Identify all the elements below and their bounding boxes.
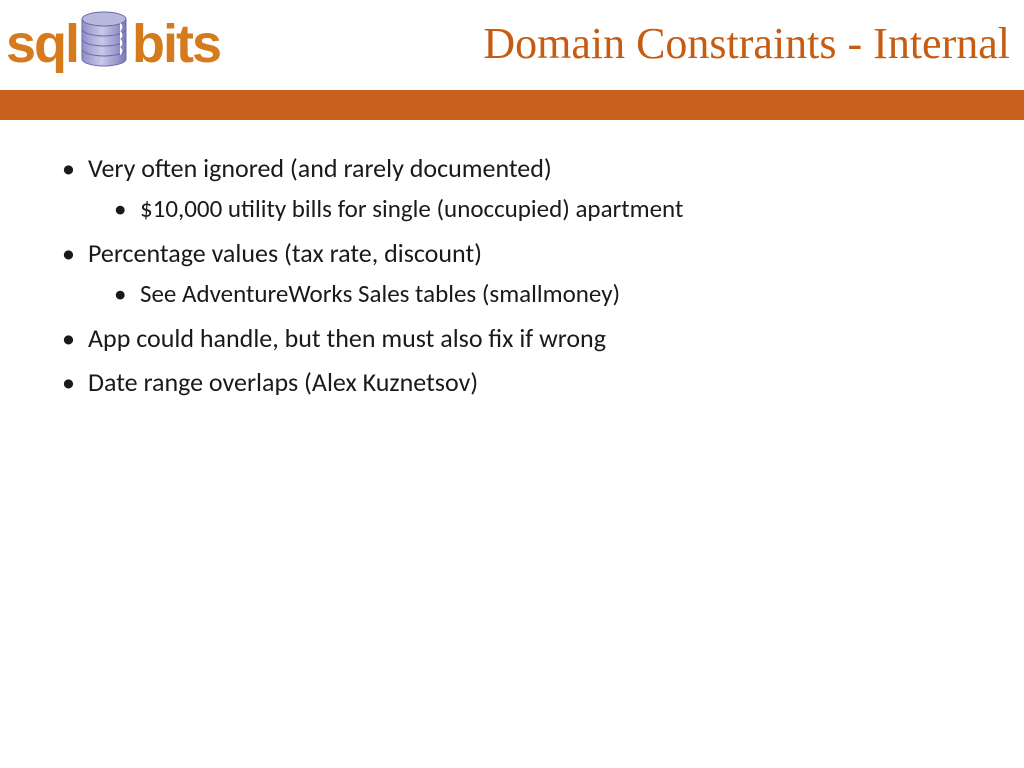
bullet-list: Very often ignored (and rarely documente… xyxy=(62,148,984,403)
sqlbits-logo: sql xyxy=(6,8,220,80)
slide: sql xyxy=(0,0,1024,768)
list-item: App could handle, but then must also fix… xyxy=(62,318,984,358)
slide-body: Very often ignored (and rarely documente… xyxy=(62,148,984,407)
bullet-text: $10,000 utility bills for single (unoccu… xyxy=(140,193,683,224)
list-item: Very often ignored (and rarely documente… xyxy=(62,148,984,229)
bullet-text: Very often ignored (and rarely documente… xyxy=(88,152,552,184)
bullet-text: Percentage values (tax rate, discount) xyxy=(88,237,482,269)
bullet-text: Date range overlaps (Alex Kuznetsov) xyxy=(88,366,478,398)
slide-title: Domain Constraints - Internal xyxy=(483,18,1010,69)
list-item: Percentage values (tax rate, discount) S… xyxy=(62,233,984,314)
logo-text-sql: sql xyxy=(6,17,78,71)
list-item: $10,000 utility bills for single (unoccu… xyxy=(114,190,984,229)
bullet-text: App could handle, but then must also fix… xyxy=(88,322,606,354)
slide-header: sql xyxy=(0,0,1024,90)
database-icon xyxy=(80,11,128,78)
list-item: Date range overlaps (Alex Kuznetsov) xyxy=(62,362,984,402)
list-item: See AdventureWorks Sales tables (smallmo… xyxy=(114,275,984,314)
logo-text-bits: bits xyxy=(132,17,220,71)
accent-bar xyxy=(0,90,1024,120)
bullet-text: See AdventureWorks Sales tables (smallmo… xyxy=(140,278,620,309)
